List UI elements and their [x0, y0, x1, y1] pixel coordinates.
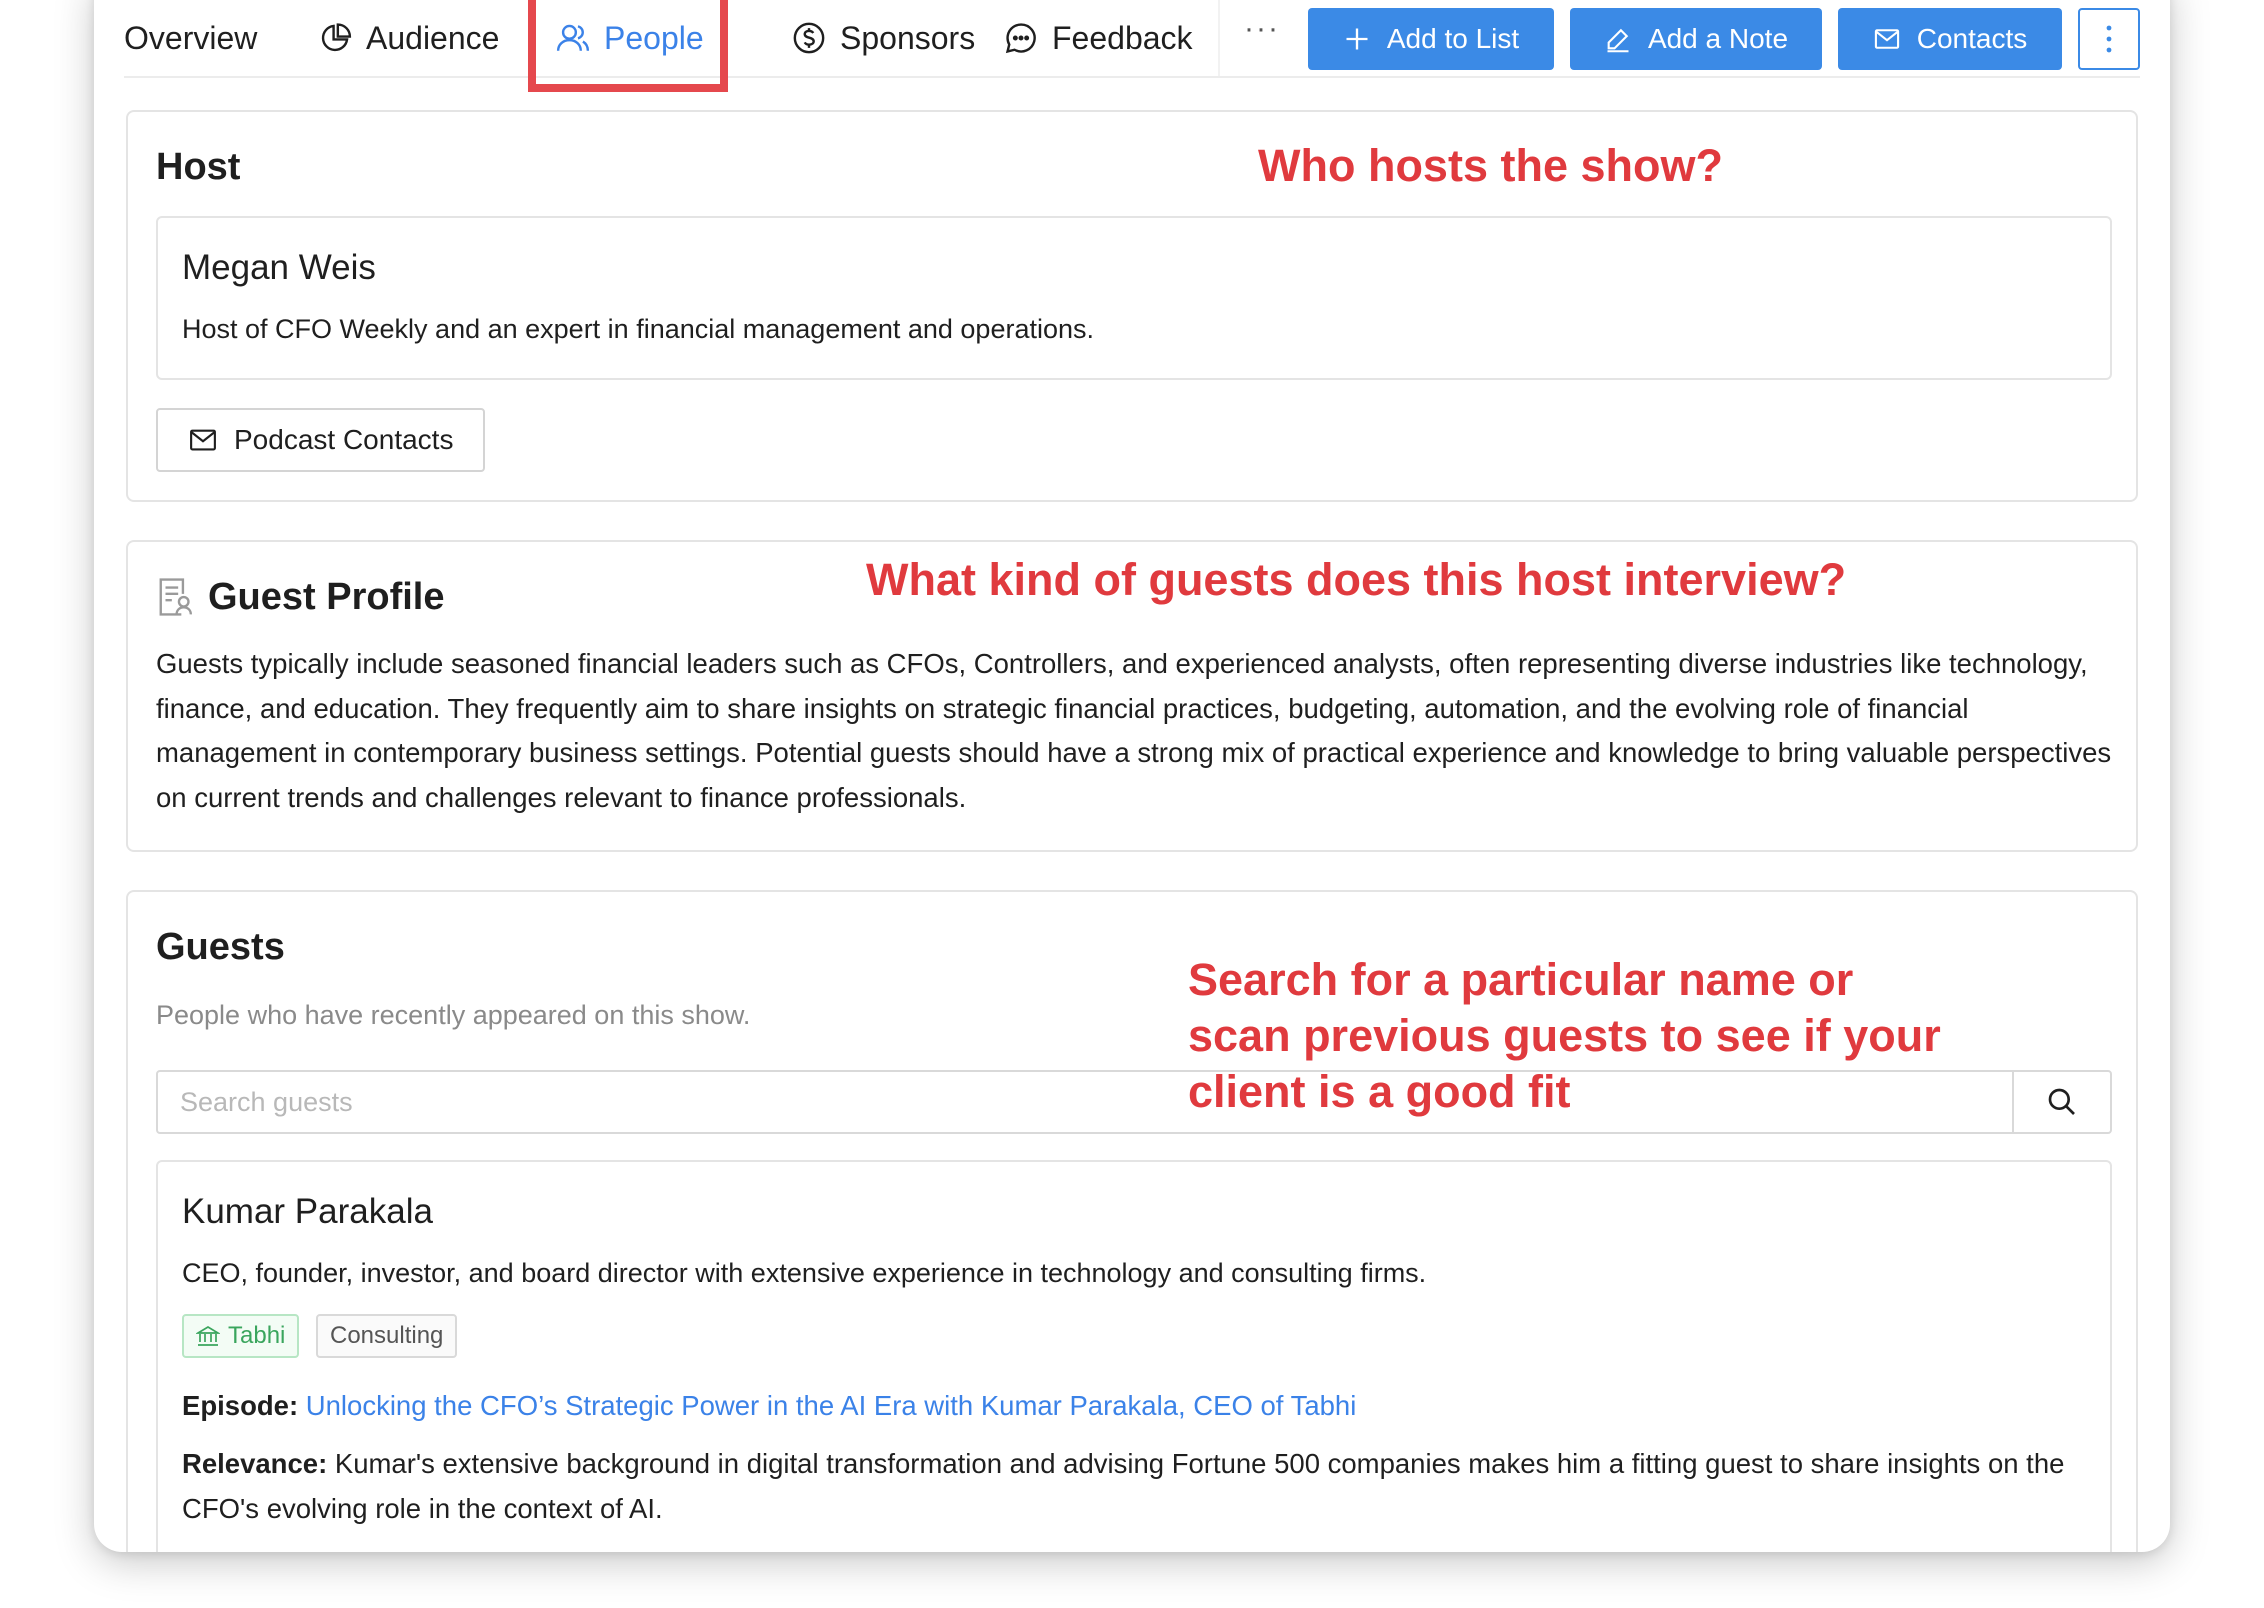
relevance-text: Kumar's extensive background in digital … — [182, 1448, 2065, 1524]
industry-tag-label: Consulting — [330, 1322, 444, 1349]
people-icon — [556, 24, 590, 51]
tab-label: People — [604, 19, 704, 56]
guests-annotation-line: scan previous guests to see if your — [1188, 1010, 1941, 1061]
more-actions-button[interactable] — [2078, 8, 2140, 70]
guests-annotation: Search for a particular name or scan pre… — [1188, 952, 1941, 1120]
page-content: Overview Audience People Sponsors Feedba… — [124, 0, 2140, 1552]
mail-icon — [190, 429, 216, 451]
mail-icon — [1874, 29, 1899, 49]
company-tag-label: Tabhi — [228, 1322, 286, 1349]
guest-name: Kumar Parakala — [182, 1192, 433, 1231]
tab-label: Feedback — [1052, 19, 1193, 56]
tab-label: Audience — [366, 19, 500, 56]
podcast-contacts-button[interactable]: Podcast Contacts — [156, 408, 486, 472]
tab-audience[interactable]: Audience — [318, 0, 499, 76]
guests-annotation-line: Search for a particular name or — [1188, 954, 1854, 1005]
add-to-list-button[interactable]: Add to List — [1308, 8, 1554, 70]
tab-overview[interactable]: Overview — [124, 0, 257, 76]
contacts-label: Contacts — [1916, 23, 2028, 54]
host-name: Megan Weis — [182, 248, 376, 287]
guest-profile-title: Guest Profile — [208, 576, 445, 618]
bank-building-icon — [196, 1326, 220, 1346]
search-button[interactable] — [2012, 1072, 2110, 1132]
pie-chart-icon — [321, 23, 352, 52]
more-tabs-button[interactable]: ··· — [1244, 12, 1280, 46]
host-description: Host of CFO Weekly and an expert in fina… — [182, 314, 1095, 344]
guests-annotation-line: client is a good fit — [1188, 1066, 1571, 1117]
add-to-list-label: Add to List — [1386, 23, 1520, 54]
guest-profile-annotation: What kind of guests does this host inter… — [866, 554, 1847, 605]
tab-label: Sponsors — [840, 19, 976, 56]
contacts-button[interactable]: Contacts — [1838, 8, 2062, 70]
tab-label: Overview — [124, 19, 258, 56]
plus-icon — [1346, 28, 1368, 50]
host-annotation: Who hosts the show? — [1258, 140, 1723, 191]
relevance-label: Relevance: — [182, 1448, 328, 1479]
edit-icon — [1607, 28, 1629, 53]
add-note-button[interactable]: Add a Note — [1570, 8, 1822, 70]
episode-line: Episode: Unlocking the CFO’s Strategic P… — [182, 1384, 2082, 1429]
podcast-contacts-label: Podcast Contacts — [234, 424, 454, 455]
host-card: Host Who hosts the show? Megan Weis Host… — [126, 110, 2138, 502]
tab-feedback[interactable]: Feedback — [1004, 0, 1193, 76]
episode-label: Episode: — [182, 1390, 299, 1421]
company-tag[interactable]: Tabhi — [182, 1314, 300, 1358]
guests-title: Guests — [156, 926, 285, 968]
episode-link[interactable]: Unlocking the CFO’s Strategic Power in t… — [306, 1390, 1357, 1421]
guest-description: CEO, founder, investor, and board direct… — [182, 1258, 1427, 1288]
guest-card: Kumar Parakala CEO, founder, investor, a… — [156, 1160, 2112, 1552]
add-note-label: Add a Note — [1647, 23, 1789, 54]
app-window: Overview Audience People Sponsors Feedba… — [94, 0, 2170, 1552]
tab-people[interactable]: People — [556, 0, 704, 76]
kebab-menu-icon — [2106, 25, 2112, 53]
toolbar-divider — [1218, 0, 1220, 76]
guest-profile-card: Guest Profile What kind of guests does t… — [126, 540, 2138, 852]
search-icon — [2048, 1088, 2075, 1115]
dollar-circle-icon — [793, 22, 825, 54]
relevance-line: Relevance: Kumar's extensive background … — [182, 1442, 2082, 1531]
industry-tag: Consulting — [316, 1314, 458, 1358]
tab-sponsors[interactable]: Sponsors — [792, 0, 975, 76]
host-title: Host — [156, 146, 241, 188]
guest-profile-text: Guests typically include seasoned financ… — [156, 648, 2112, 813]
guests-card: Guests People who have recently appeared… — [126, 890, 2138, 1552]
chat-bubble-icon — [1005, 23, 1036, 54]
host-person-box: Megan Weis Host of CFO Weekly and an exp… — [156, 216, 2112, 380]
guests-subtitle: People who have recently appeared on thi… — [156, 1000, 751, 1030]
tab-bar: Overview Audience People Sponsors Feedba… — [124, 0, 2140, 92]
document-profile-icon — [159, 578, 193, 616]
